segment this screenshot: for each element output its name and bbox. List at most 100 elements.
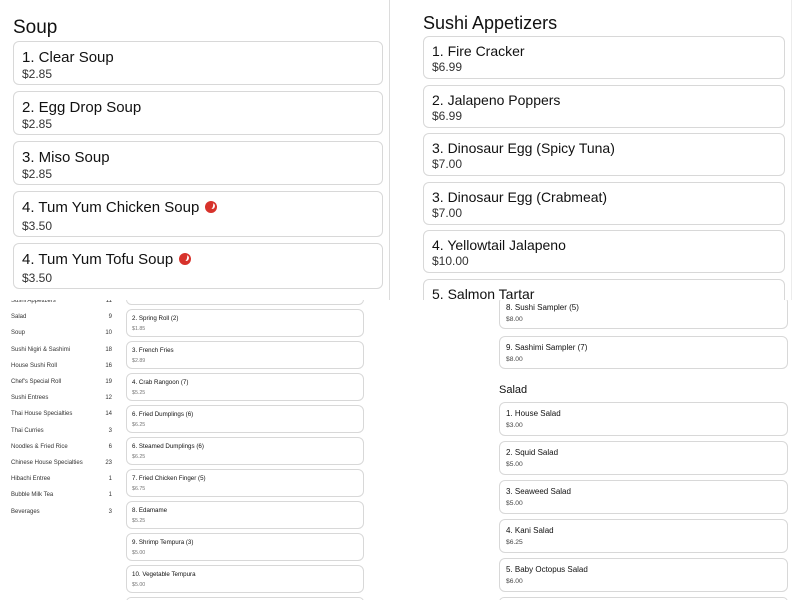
salad-title: Salad xyxy=(499,384,528,396)
appetizer-item-card[interactable]: 7. Fried Chicken Finger (5) $6.75 xyxy=(126,469,364,497)
item-price: $7.00 xyxy=(432,206,463,220)
salad-item-card[interactable]: 4. Kani Salad $6.25 xyxy=(499,519,788,553)
category-label: Hibachi Entree xyxy=(11,476,51,483)
item-price: $5.00 xyxy=(506,461,523,468)
item-price: $6.25 xyxy=(132,454,146,460)
item-name-text: 3. Miso Soup xyxy=(22,149,110,166)
category-count: 3 xyxy=(108,427,112,434)
scrollbar-track xyxy=(791,0,792,300)
category-label: Sushi Entrees xyxy=(11,395,49,402)
category-label: Sushi Appetizers xyxy=(11,300,56,304)
item-price: $2.85 xyxy=(22,117,53,131)
category-link[interactable]: House Sushi Roll 16 xyxy=(11,361,112,371)
item-name: 4. Tum Yum Tofu Soup xyxy=(22,251,192,268)
item-price: $3.50 xyxy=(22,271,53,285)
category-link[interactable]: Salad 9 xyxy=(11,312,112,322)
salad-item-card[interactable]: 5. Baby Octopus Salad $6.00 xyxy=(499,558,788,592)
item-price: $5.25 xyxy=(132,390,146,396)
category-count: 1 xyxy=(108,476,112,483)
item-name-text: 4. Tum Yum Chicken Soup xyxy=(22,199,200,216)
category-link[interactable]: Thai Curries 3 xyxy=(11,426,112,436)
salad-item-card[interactable]: 3. Seaweed Salad $5.00 xyxy=(499,480,788,514)
category-link[interactable]: Soup 10 xyxy=(11,328,112,338)
category-link[interactable]: Sushi Entrees 12 xyxy=(11,393,112,403)
item-name: 2. Egg Drop Soup xyxy=(22,99,141,116)
item-name: 2. Squid Salad xyxy=(506,448,559,457)
item-name: 3. Miso Soup xyxy=(22,149,110,166)
category-count: 16 xyxy=(105,362,112,369)
item-name: 8. Sushi Sampler (5) xyxy=(506,303,579,312)
appetizer-item-card[interactable]: 9. Shrimp Tempura (3) $5.00 xyxy=(126,533,364,561)
appetizer-item-card[interactable]: 8. Edamame $5.25 xyxy=(126,501,364,529)
category-label: Soup xyxy=(11,330,26,337)
item-price: $5.25 xyxy=(132,518,146,524)
soup-item-card[interactable]: 4. Tum Yum Tofu Soup $3.50 xyxy=(13,243,383,289)
category-count: 12 xyxy=(105,395,112,402)
appetizer-item-card[interactable]: 6. Steamed Dumplings (6) $6.25 xyxy=(126,437,364,465)
item-name: 9. Shrimp Tempura (3) xyxy=(132,539,194,546)
category-label: House Sushi Roll xyxy=(11,362,58,369)
category-count: 3 xyxy=(108,508,112,515)
category-count: 1 xyxy=(108,492,112,499)
spicy-pepper-icon xyxy=(205,201,218,213)
soup-section: Soup 1. Clear Soup $2.85 2. Egg Drop Soup $… xyxy=(0,0,390,300)
item-price: $1.85 xyxy=(132,326,146,332)
appetizer-item-card[interactable]: 2. Spring Roll (2) $1.85 xyxy=(126,309,364,337)
salad-item-card[interactable]: 2. Squid Salad $5.00 xyxy=(499,441,788,475)
appetizer-item-card[interactable]: 3. Dinosaur Egg (Crabmeat) $7.00 xyxy=(423,182,785,225)
item-name: 4. Crab Rangoon (7) xyxy=(132,379,189,386)
appetizer-item-card[interactable]: 3. French Fries $2.89 xyxy=(126,341,364,369)
item-price: $6.99 xyxy=(432,109,463,123)
category-link[interactable]: Chef's Special Roll 19 xyxy=(11,377,112,387)
item-card-partial[interactable] xyxy=(126,300,364,305)
item-name: 6. Fried Dumplings (6) xyxy=(132,411,194,418)
item-price: $6.25 xyxy=(132,422,146,428)
item-name: 4. Tum Yum Chicken Soup xyxy=(22,199,218,216)
appetizer-item-card[interactable]: 6. Fried Dumplings (6) $6.25 xyxy=(126,405,364,433)
salad-item-card[interactable]: 1. House Salad $3.00 xyxy=(499,402,788,436)
item-price: $3.00 xyxy=(506,422,523,429)
item-name: 4. Kani Salad xyxy=(506,526,554,535)
category-count: 11 xyxy=(105,300,112,304)
salad-section: 8. Sushi Sampler (5) $8.00 9. Sashimi Samp… xyxy=(481,300,795,600)
sampler-item-card[interactable]: 9. Sashimi Sampler (7) $8.00 xyxy=(499,336,788,369)
appetizer-item-card[interactable]: 5. Salmon Tartar xyxy=(423,279,785,300)
category-label: Salad xyxy=(11,314,27,321)
item-name: 3. French Fries xyxy=(132,347,174,354)
sushi-appetizers-section: Sushi Appetizers 1. Fire Cracker $6.99 2. … xyxy=(401,0,793,300)
item-name-text: 4. Tum Yum Tofu Soup xyxy=(22,251,174,268)
item-name: 7. Fried Chicken Finger (5) xyxy=(132,475,206,482)
appetizer-item-card[interactable]: 2. Jalapeno Poppers $6.99 xyxy=(423,85,785,128)
soup-item-card[interactable]: 4. Tum Yum Chicken Soup $3.50 xyxy=(13,191,383,237)
appetizer-item-card[interactable]: 10. Vegetable Tempura $5.00 xyxy=(126,565,364,593)
appetizer-item-card[interactable]: 4. Crab Rangoon (7) $5.25 xyxy=(126,373,364,401)
item-price: $10.00 xyxy=(432,254,469,268)
category-link[interactable]: Thai House Specialties 14 xyxy=(11,409,112,419)
category-link[interactable]: Sushi Appetizers 11 xyxy=(11,300,112,306)
category-link[interactable]: Beverages 3 xyxy=(11,507,112,517)
soup-item-card[interactable]: 2. Egg Drop Soup $2.85 xyxy=(13,91,383,135)
soup-item-card[interactable]: 1. Clear Soup $2.85 xyxy=(13,41,383,85)
category-label: Chinese House Specialties xyxy=(11,460,83,466)
appetizer-item-card[interactable]: 3. Dinosaur Egg (Spicy Tuna) $7.00 xyxy=(423,133,785,176)
category-link[interactable]: Hibachi Entree 1 xyxy=(11,474,112,484)
category-count: 9 xyxy=(108,314,112,321)
spicy-pepper-icon xyxy=(179,253,192,265)
item-name-text: 2. Egg Drop Soup xyxy=(22,99,142,116)
item-price: $2.89 xyxy=(132,358,146,364)
appetizer-item-card[interactable]: 1. Fire Cracker $6.99 xyxy=(423,36,785,79)
item-name: 9. Sashimi Sampler (7) xyxy=(506,343,588,352)
item-name: 10. Vegetable Tempura xyxy=(132,571,196,578)
category-link[interactable]: Bubble Milk Tea 1 xyxy=(11,490,112,500)
appetizers-title: Sushi Appetizers xyxy=(423,13,558,33)
category-label: Sushi Nigiri & Sashimi xyxy=(11,346,71,353)
sampler-item-card[interactable]: 8. Sushi Sampler (5) $8.00 xyxy=(499,300,788,329)
category-link[interactable]: Chinese House Specialties 23 xyxy=(11,458,112,468)
appetizer-item-card[interactable]: 4. Yellowtail Jalapeno $10.00 xyxy=(423,230,785,273)
item-name: 3. Seaweed Salad xyxy=(506,487,571,496)
category-link[interactable]: Sushi Nigiri & Sashimi 18 xyxy=(11,345,112,355)
category-link[interactable]: Noodles & Fried Rice 6 xyxy=(11,442,112,452)
category-label: Noodles & Fried Rice xyxy=(11,443,68,450)
soup-item-card[interactable]: 3. Miso Soup $2.85 xyxy=(13,141,383,185)
item-name-text: 1. Clear Soup xyxy=(22,49,114,66)
